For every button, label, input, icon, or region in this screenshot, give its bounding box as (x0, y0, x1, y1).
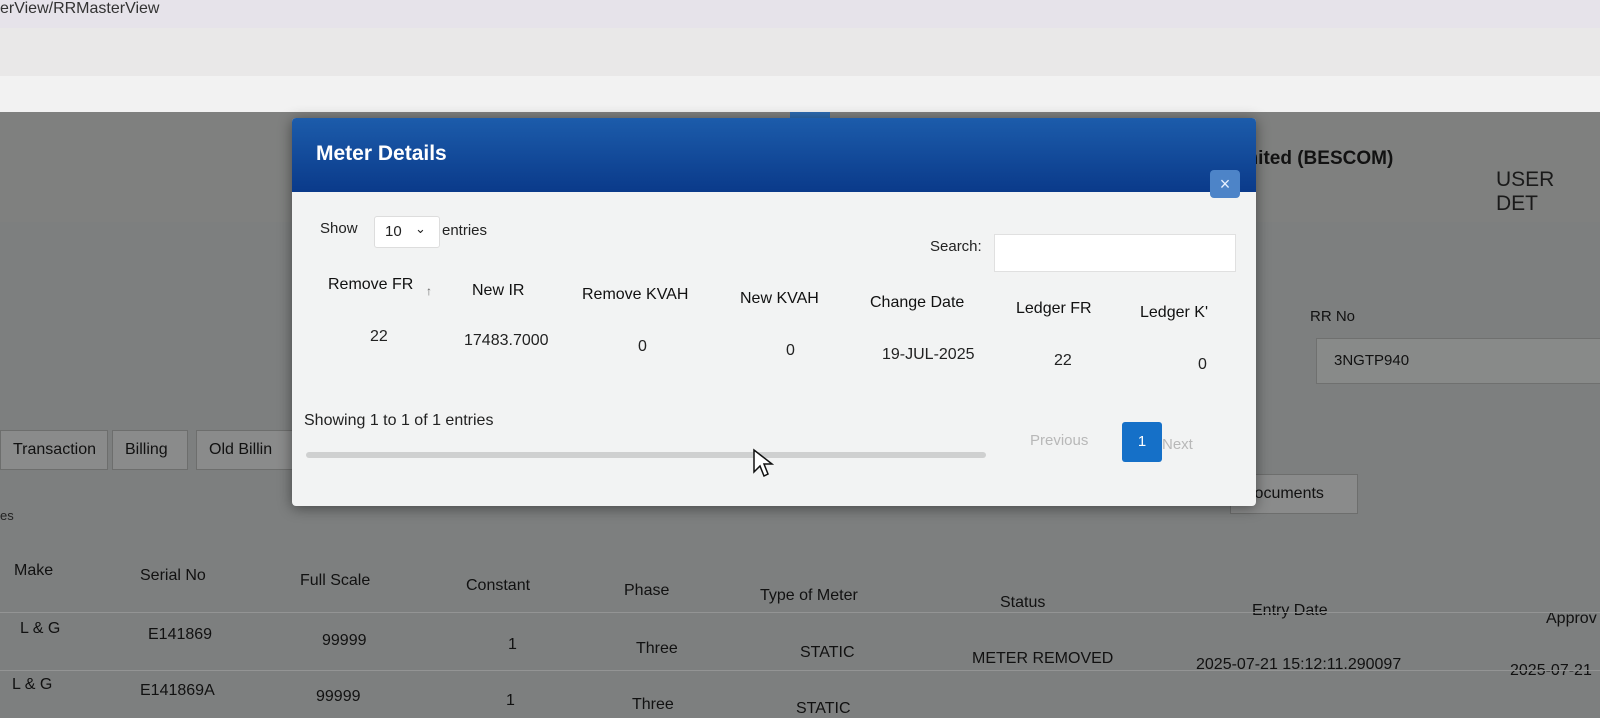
tab-old-billing[interactable]: Old Billin (196, 430, 296, 470)
url-text: erView/RRMasterView (0, 0, 160, 17)
section-fragment: es (0, 508, 14, 523)
page-1-button[interactable]: 1 (1122, 422, 1162, 462)
col-full-scale[interactable]: Full Scale (300, 572, 370, 590)
company-name: imited (BESCOM) (1236, 148, 1394, 169)
chevron-down-icon: ⌄ (415, 221, 426, 236)
previous-button[interactable]: Previous (1030, 432, 1088, 449)
cell-change-date: 19-JUL-2025 (882, 346, 975, 363)
cell-new-kvah: 0 (786, 342, 795, 359)
col-new-kvah[interactable]: New KVAH (740, 290, 819, 308)
browser-url-bar[interactable]: erView/RRMasterView (0, 0, 1600, 28)
modal-header: Meter Details × (292, 118, 1256, 198)
cell-phase: Three (636, 640, 678, 657)
browser-toolbar (0, 28, 1600, 76)
tab-billing[interactable]: Billing (112, 430, 188, 470)
cell-constant: 1 (506, 692, 515, 709)
col-make[interactable]: Make (14, 562, 53, 580)
col-change-date[interactable]: Change Date (870, 294, 964, 312)
cell-type-of-meter: STATIC (796, 700, 851, 717)
col-ledger-fr[interactable]: Ledger FR (1016, 300, 1092, 318)
col-type-of-meter[interactable]: Type of Meter (760, 587, 858, 605)
search-label: Search: (930, 238, 982, 255)
col-status[interactable]: Status (1000, 594, 1045, 612)
page-size-value: 10 (385, 223, 402, 240)
cell-entry-date: 2025-07-21 15:12:11.290097 (1196, 656, 1402, 673)
row-divider (0, 612, 1600, 613)
entries-label: entries (442, 222, 488, 239)
col-serial-no[interactable]: Serial No (140, 567, 206, 585)
col-ledger-kvah[interactable]: Ledger K' (1140, 304, 1208, 322)
cell-remove-fr: 22 (370, 328, 388, 345)
cell-status: METER REMOVED (972, 650, 1114, 667)
col-entry-date[interactable]: Entry Date (1252, 602, 1328, 620)
table-info: Showing 1 to 1 of 1 entries (304, 412, 494, 429)
col-phase[interactable]: Phase (624, 582, 669, 600)
close-icon: × (1219, 174, 1231, 194)
rr-no-label: RR No (1310, 308, 1356, 325)
cell-approved: 2025-07-21 (1510, 662, 1592, 679)
close-button[interactable]: × (1210, 170, 1240, 198)
sort-asc-icon[interactable]: ↑ (426, 284, 432, 298)
page-top-strip (0, 76, 1600, 112)
cell-type-of-meter: STATIC (800, 644, 855, 661)
tab-transaction[interactable]: Transaction (0, 430, 108, 470)
cell-new-ir: 17483.7000 (464, 332, 549, 349)
cell-make: L & G (20, 620, 61, 637)
col-new-ir[interactable]: New IR (472, 282, 524, 300)
next-button[interactable]: Next (1162, 436, 1193, 453)
col-remove-fr[interactable]: Remove FR (328, 276, 413, 294)
user-details-heading: USER DET (1496, 168, 1555, 215)
col-remove-kvah[interactable]: Remove KVAH (582, 286, 688, 304)
mouse-cursor-icon (753, 448, 774, 478)
cell-remove-kvah: 0 (638, 338, 647, 355)
rr-no-value: 3NGTP940 (1334, 352, 1410, 369)
meter-details-modal: Meter Details × Show 10 ⌄ entries Search… (292, 118, 1256, 506)
row-divider (0, 670, 1600, 671)
cell-serial-no: E141869 (148, 626, 213, 643)
cell-full-scale: 99999 (316, 688, 361, 705)
cell-ledger-kvah: 0 (1198, 356, 1207, 373)
cell-serial-no: E141869A (140, 682, 215, 699)
cell-phase: Three (632, 696, 674, 713)
cell-ledger-fr: 22 (1054, 352, 1072, 369)
cell-make: L & G (12, 676, 53, 693)
cell-constant: 1 (508, 636, 517, 653)
cell-full-scale: 99999 (322, 632, 367, 649)
horizontal-scrollbar[interactable] (306, 452, 986, 458)
page-size-select[interactable]: 10 ⌄ (374, 216, 440, 248)
col-constant[interactable]: Constant (466, 577, 530, 595)
modal-title: Meter Details (316, 142, 447, 165)
search-input[interactable] (994, 234, 1236, 272)
show-label: Show (320, 220, 358, 237)
